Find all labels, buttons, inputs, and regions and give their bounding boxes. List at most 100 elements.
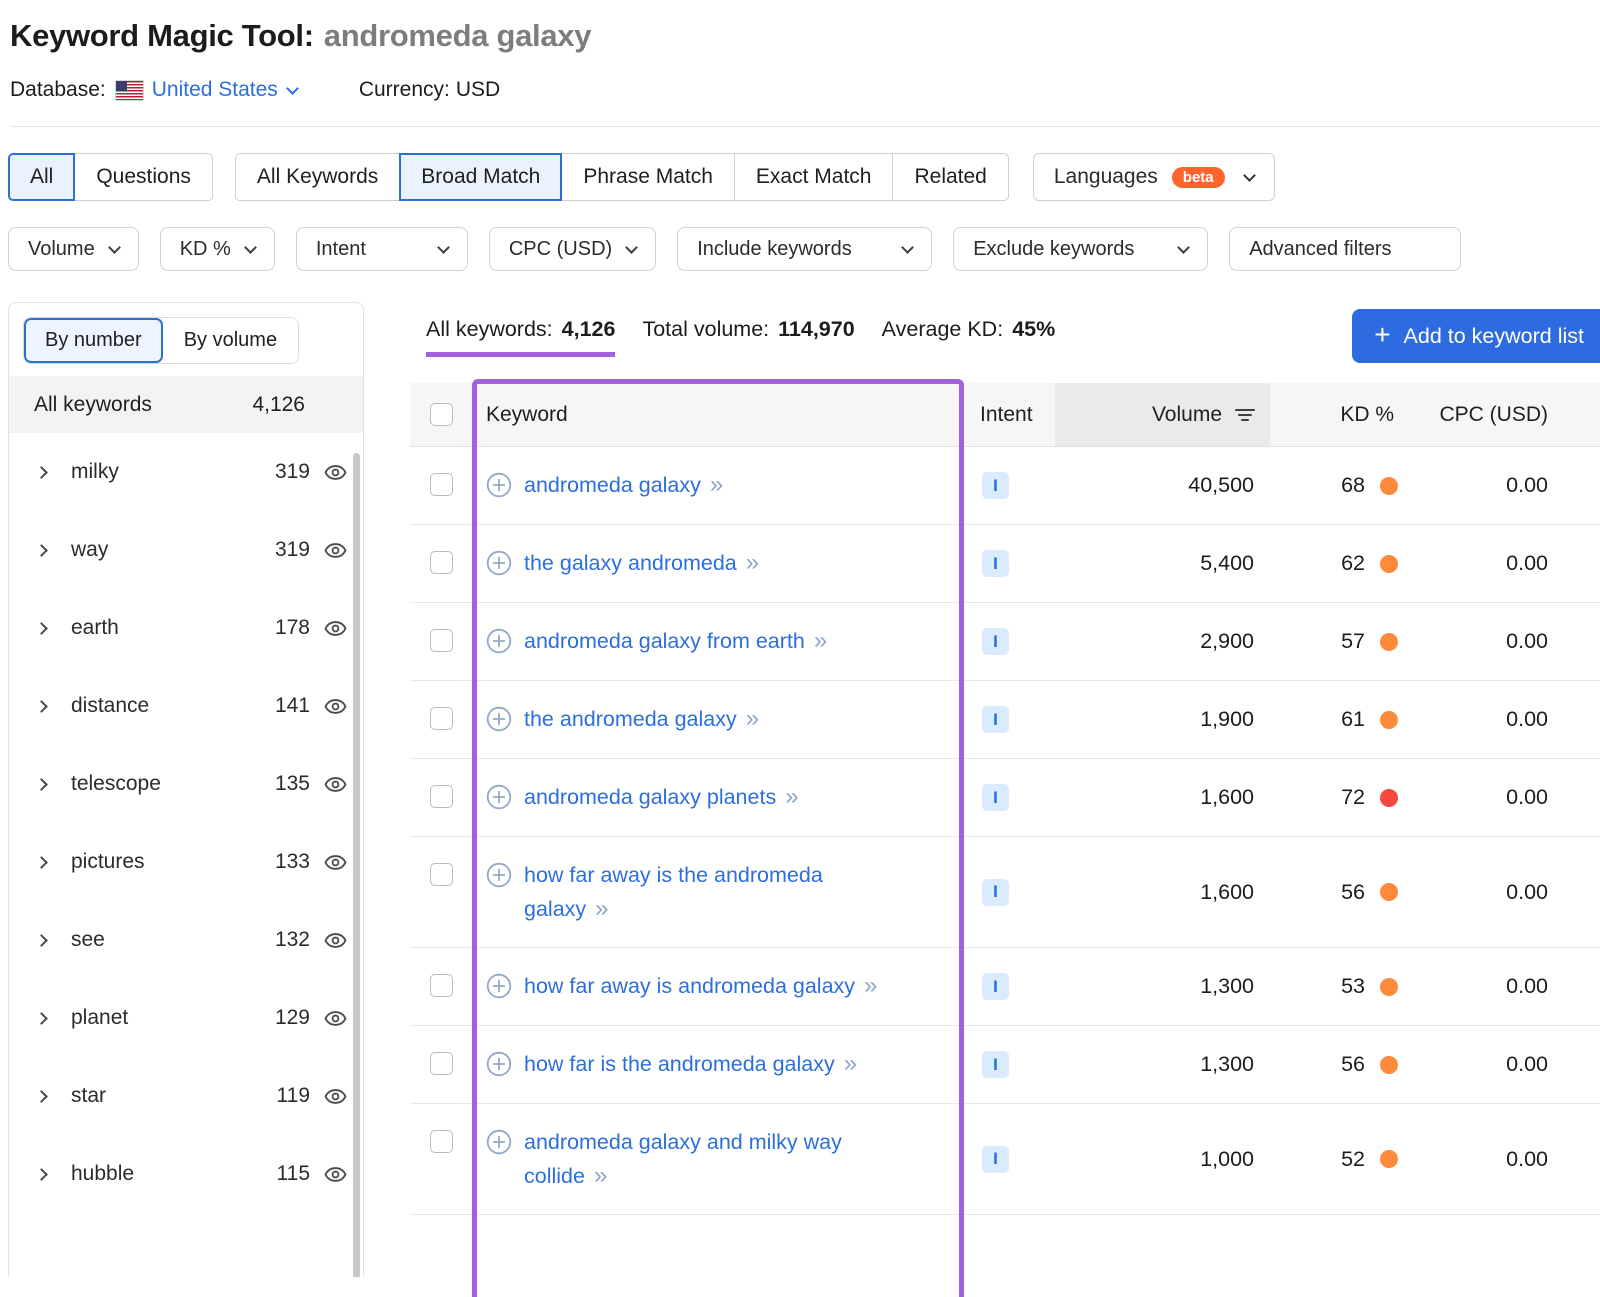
filter-intent[interactable]: Intent [296,227,468,271]
add-keyword-icon[interactable] [486,472,512,498]
eye-icon[interactable] [324,776,347,793]
tab-broad-match[interactable]: Broad Match [399,153,562,201]
filter-volume[interactable]: Volume [8,227,139,271]
sidebar-scrollbar[interactable] [353,453,360,1277]
row-checkbox[interactable] [430,473,453,496]
expand-chevron-icon[interactable] [35,622,48,635]
expand-chevron-icon[interactable] [35,856,48,869]
add-keyword-icon[interactable] [486,550,512,576]
filter-exclude-keywords[interactable]: Exclude keywords [953,227,1208,271]
expand-chevron-icon[interactable] [35,778,48,791]
filter-advanced[interactable]: Advanced filters [1229,227,1461,271]
group-term[interactable]: hubble [71,1162,134,1186]
double-chevron-icon[interactable]: » [746,549,759,576]
add-keyword-icon[interactable] [486,973,512,999]
row-checkbox[interactable] [430,707,453,730]
select-all-checkbox[interactable] [430,403,453,426]
expand-chevron-icon[interactable] [35,934,48,947]
tab-all-keywords[interactable]: All Keywords [235,153,400,201]
column-header-volume[interactable]: Volume [1055,383,1270,446]
add-keyword-icon[interactable] [486,706,512,732]
row-checkbox[interactable] [430,551,453,574]
group-term[interactable]: see [71,928,105,952]
filter-include-keywords[interactable]: Include keywords [677,227,932,271]
keyword-link[interactable]: the galaxy andromeda [524,551,737,575]
keyword-link[interactable]: andromeda galaxy [524,473,701,497]
keyword-link[interactable]: how far is the andromeda galaxy [524,1052,835,1076]
keyword-link[interactable]: andromeda galaxy and milky way collide [524,1130,842,1188]
eye-icon[interactable] [324,464,347,481]
group-term[interactable]: star [71,1084,106,1108]
sidebar-keyword-group[interactable]: star 119 [9,1057,363,1135]
row-checkbox[interactable] [430,863,453,886]
sidebar-keyword-group[interactable]: earth 178 [9,589,363,667]
double-chevron-icon[interactable]: » [595,895,608,922]
add-keyword-icon[interactable] [486,862,512,888]
keyword-link[interactable]: andromeda galaxy from earth [524,629,805,653]
row-checkbox[interactable] [430,629,453,652]
tab-related[interactable]: Related [892,153,1008,201]
eye-icon[interactable] [324,932,347,949]
tab-all[interactable]: All [8,153,75,201]
tab-by-volume[interactable]: By volume [163,318,298,363]
double-chevron-icon[interactable]: » [785,783,798,810]
double-chevron-icon[interactable]: » [814,627,827,654]
double-chevron-icon[interactable]: » [710,471,723,498]
tab-questions[interactable]: Questions [74,153,213,201]
filter-cpc[interactable]: CPC (USD) [489,227,656,271]
add-to-keyword-list-button[interactable]: + Add to keyword list [1352,309,1600,363]
sidebar-keyword-group[interactable]: way 319 [9,511,363,589]
eye-icon[interactable] [324,542,347,559]
eye-icon[interactable] [324,1088,347,1105]
expand-chevron-icon[interactable] [35,1090,48,1103]
eye-icon[interactable] [324,854,347,871]
double-chevron-icon[interactable]: » [844,1050,857,1077]
tab-exact-match[interactable]: Exact Match [734,153,894,201]
row-checkbox[interactable] [430,1052,453,1075]
column-header-keyword[interactable]: Keyword [472,383,960,446]
expand-chevron-icon[interactable] [35,544,48,557]
keyword-link[interactable]: how far away is andromeda galaxy [524,974,855,998]
group-term[interactable]: telescope [71,772,161,796]
tab-by-number[interactable]: By number [24,318,163,363]
sidebar-keyword-group[interactable]: hubble 115 [9,1135,363,1213]
sidebar-keyword-group[interactable]: pictures 133 [9,823,363,901]
group-term[interactable]: earth [71,616,119,640]
sidebar-keyword-group[interactable]: telescope 135 [9,745,363,823]
add-keyword-icon[interactable] [486,628,512,654]
row-checkbox[interactable] [430,785,453,808]
group-term[interactable]: pictures [71,850,145,874]
sidebar-keyword-group[interactable]: planet 129 [9,979,363,1057]
keyword-link[interactable]: the andromeda galaxy [524,707,737,731]
row-checkbox[interactable] [430,974,453,997]
group-term[interactable]: distance [71,694,149,718]
double-chevron-icon[interactable]: » [864,972,877,999]
group-term[interactable]: way [71,538,108,562]
group-term[interactable]: planet [71,1006,128,1030]
eye-icon[interactable] [324,1010,347,1027]
expand-chevron-icon[interactable] [35,700,48,713]
double-chevron-icon[interactable]: » [746,705,759,732]
expand-chevron-icon[interactable] [35,466,48,479]
add-keyword-icon[interactable] [486,1051,512,1077]
tab-phrase-match[interactable]: Phrase Match [561,153,735,201]
add-keyword-icon[interactable] [486,784,512,810]
sidebar-keyword-group[interactable]: milky 319 [9,433,363,511]
expand-chevron-icon[interactable] [35,1012,48,1025]
column-header-kd[interactable]: KD % [1270,383,1410,446]
column-header-cpc[interactable]: CPC (USD) [1410,383,1560,446]
double-chevron-icon[interactable]: » [594,1162,607,1189]
add-keyword-icon[interactable] [486,1129,512,1155]
eye-icon[interactable] [324,1166,347,1183]
column-header-intent[interactable]: Intent [960,383,1055,446]
sidebar-keyword-group[interactable]: distance 141 [9,667,363,745]
eye-icon[interactable] [324,698,347,715]
eye-icon[interactable] [324,620,347,637]
group-term[interactable]: milky [71,460,119,484]
filter-kd[interactable]: KD % [160,227,275,271]
keyword-link[interactable]: how far away is the andromeda galaxy [524,863,823,921]
sidebar-keyword-group[interactable]: see 132 [9,901,363,979]
database-selector[interactable]: United States [152,78,297,102]
row-checkbox[interactable] [430,1130,453,1153]
languages-dropdown[interactable]: Languages beta [1033,153,1275,201]
